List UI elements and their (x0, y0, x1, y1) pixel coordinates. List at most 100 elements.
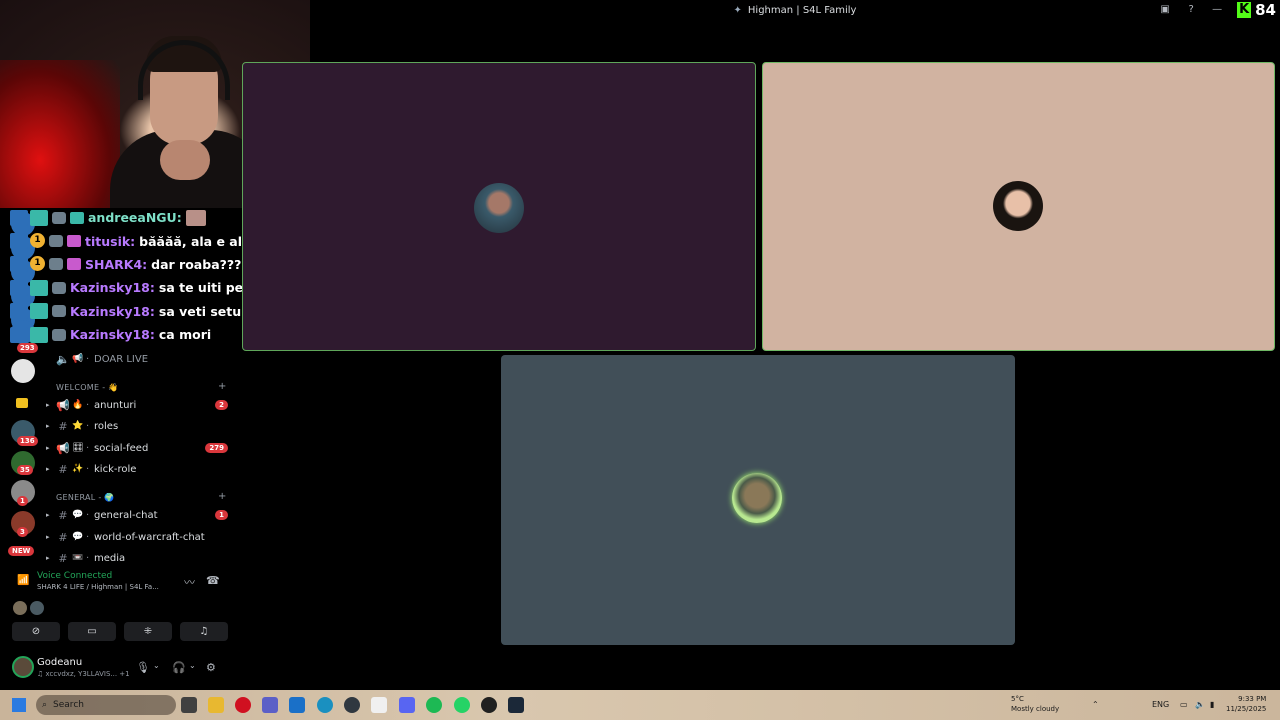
edge-icon[interactable] (317, 697, 333, 713)
category-welcome[interactable]: WELCOME - 👋 (56, 383, 119, 392)
window-title-text: Highman | S4L Family (747, 4, 857, 16)
volume-icon[interactable]: 🔈 (1195, 700, 1205, 709)
rail-badge-5: 3 (17, 527, 28, 537)
chat-username[interactable]: andreeaNGU: (88, 210, 182, 225)
user-name[interactable]: Godeanu (37, 657, 82, 668)
tier-badge-icon (30, 209, 48, 226)
teams-icon[interactable] (262, 697, 278, 713)
tray-chevron-icon[interactable]: ⌃ (1092, 700, 1099, 709)
folder-icon[interactable] (16, 398, 28, 408)
help-icon[interactable]: ? (1185, 4, 1197, 16)
camera-badge-icon (49, 258, 63, 271)
search-icon: ⌕ (42, 700, 48, 710)
rail-badge-2: 136 (17, 436, 38, 446)
hash-icon: # (58, 551, 68, 565)
store-icon[interactable] (371, 697, 387, 713)
outlook-icon[interactable] (289, 697, 305, 713)
activities-button[interactable]: ⁜ (124, 622, 172, 641)
add-channel-icon[interactable]: + (218, 491, 226, 502)
signal-icon[interactable]: 📶 (17, 575, 29, 586)
participant-avatar[interactable] (30, 601, 44, 615)
camera-badge-icon (52, 211, 66, 224)
channel-anunturi[interactable]: ▸ 📢 🔥 · anunturi 2 (46, 396, 228, 414)
unread-count: 2 (215, 400, 228, 410)
screen-share-button[interactable]: ▭ (68, 622, 116, 641)
whatsapp-icon[interactable] (454, 697, 470, 713)
announcement-icon: 📢 (56, 441, 70, 455)
chat-username[interactable]: Kazinsky18: (70, 280, 155, 295)
chevron-down-icon[interactable]: ⌄ (189, 661, 196, 670)
chevron-down-icon[interactable]: ⌄ (153, 661, 160, 670)
channel-media[interactable]: ▸ # 📼 · media (46, 549, 228, 567)
tier-badge-icon (30, 326, 48, 343)
sub-badge-icon (10, 303, 28, 320)
obs-icon[interactable] (481, 697, 497, 713)
clock[interactable]: 9:33 PM 11/25/2025 (1226, 694, 1266, 714)
title-bar-controls: ▣ ? — K 84 (1159, 0, 1280, 20)
search-label: Search (53, 700, 84, 710)
voice-status[interactable]: Voice Connected (37, 571, 112, 581)
language-indicator[interactable]: ENG (1152, 700, 1169, 709)
network-icon[interactable]: ▭ (1180, 700, 1188, 709)
channel-doar-live[interactable]: 🔈 📢 · DOAR LIVE (46, 350, 228, 368)
user-activity: ♫ xccvdxz, Y3LLAVIS... +1 (37, 670, 130, 678)
streamer-hands (160, 140, 210, 180)
kick-logo-icon: K (1237, 2, 1252, 18)
channel-social-feed[interactable]: ▸ 📢 🎛 · social-feed 279 (46, 439, 228, 457)
add-channel-icon[interactable]: + (218, 381, 226, 392)
task-view-icon[interactable] (181, 697, 197, 713)
title-bar: ✦ Highman | S4L Family (310, 0, 1280, 20)
chat-username[interactable]: Kazinsky18: (70, 327, 155, 342)
microphone-icon[interactable]: 🎙 (136, 661, 150, 674)
camera-badge-icon (52, 305, 66, 318)
sub-badge-icon (10, 256, 28, 273)
category-general[interactable]: GENERAL - 🌍 (56, 493, 115, 502)
spotify-icon[interactable] (426, 697, 442, 713)
battery-icon[interactable]: ▮ (1210, 700, 1214, 709)
file-explorer-icon[interactable] (208, 697, 224, 713)
minimize-icon[interactable]: — (1211, 4, 1223, 16)
sub-badge-icon (10, 279, 28, 296)
voice-tile-speaking[interactable] (762, 62, 1275, 351)
speaker-icon: 🔈 (56, 352, 70, 366)
user-avatar[interactable] (12, 656, 34, 678)
hash-icon: # (58, 462, 68, 476)
windows-start-icon[interactable] (12, 698, 26, 712)
inbox-icon[interactable]: ▣ (1159, 4, 1171, 16)
channel-world-of-warcraft-chat[interactable]: ▸ # 💬 · world-of-warcraft-chat (46, 528, 228, 546)
voice-tile-speaking[interactable] (242, 62, 756, 351)
settings-gear-icon[interactable]: ⚙ (206, 661, 216, 674)
opera-icon[interactable] (235, 697, 251, 713)
channel-general-chat[interactable]: ▸ # 💬 · general-chat 1 (46, 506, 228, 524)
participant-avatar (474, 183, 524, 233)
app-icon[interactable] (344, 697, 360, 713)
channel-name: DOAR LIVE (94, 353, 149, 365)
noise-suppression-icon[interactable]: 〰 (184, 574, 195, 590)
weather-widget[interactable]: 5°C Mostly cloudy (1000, 694, 1059, 714)
taskbar-search[interactable]: ⌕ Search (36, 695, 176, 715)
steam-icon[interactable] (508, 697, 524, 713)
soundboard-button[interactable]: ♫ (180, 622, 228, 641)
channel-sidebar: 🔈 📢 · DOAR LIVE WELCOME - 👋 + ▸ 📢 🔥 · an… (46, 345, 236, 570)
voice-location[interactable]: SHARK 4 LIFE / Highman | S4L Fa... (37, 583, 159, 591)
camera-badge-icon (49, 235, 63, 248)
server-icon-7[interactable] (11, 359, 35, 383)
channel-kick-role[interactable]: ▸ # ✨ · kick-role (46, 460, 228, 478)
weather-temp: 5°C (1011, 695, 1024, 703)
gift-badge-icon (67, 258, 81, 271)
chat-username[interactable]: titusik: (85, 234, 135, 249)
chat-username[interactable]: Kazinsky18: (70, 304, 155, 319)
channel-roles[interactable]: ▸ # ⭐ · roles (46, 417, 228, 435)
chat-username[interactable]: SHARK4: (85, 257, 147, 272)
participant-avatar[interactable] (13, 601, 27, 615)
voice-connected-panel: 📶 Voice Connected SHARK 4 LIFE / Highman… (8, 568, 230, 650)
headphones-icon[interactable]: 🎧 (172, 661, 186, 674)
hash-icon: # (58, 530, 68, 544)
unread-count: 279 (205, 443, 228, 453)
clock-date: 11/25/2025 (1226, 705, 1267, 713)
discord-icon[interactable] (399, 697, 415, 713)
voice-tile[interactable] (501, 355, 1015, 645)
disconnect-icon[interactable]: ☎ (206, 574, 220, 587)
user-panel: Godeanu ♫ xccvdxz, Y3LLAVIS... +1 🎙 ⌄ 🎧 … (8, 652, 230, 684)
camera-off-button[interactable]: ⊘ (12, 622, 60, 641)
